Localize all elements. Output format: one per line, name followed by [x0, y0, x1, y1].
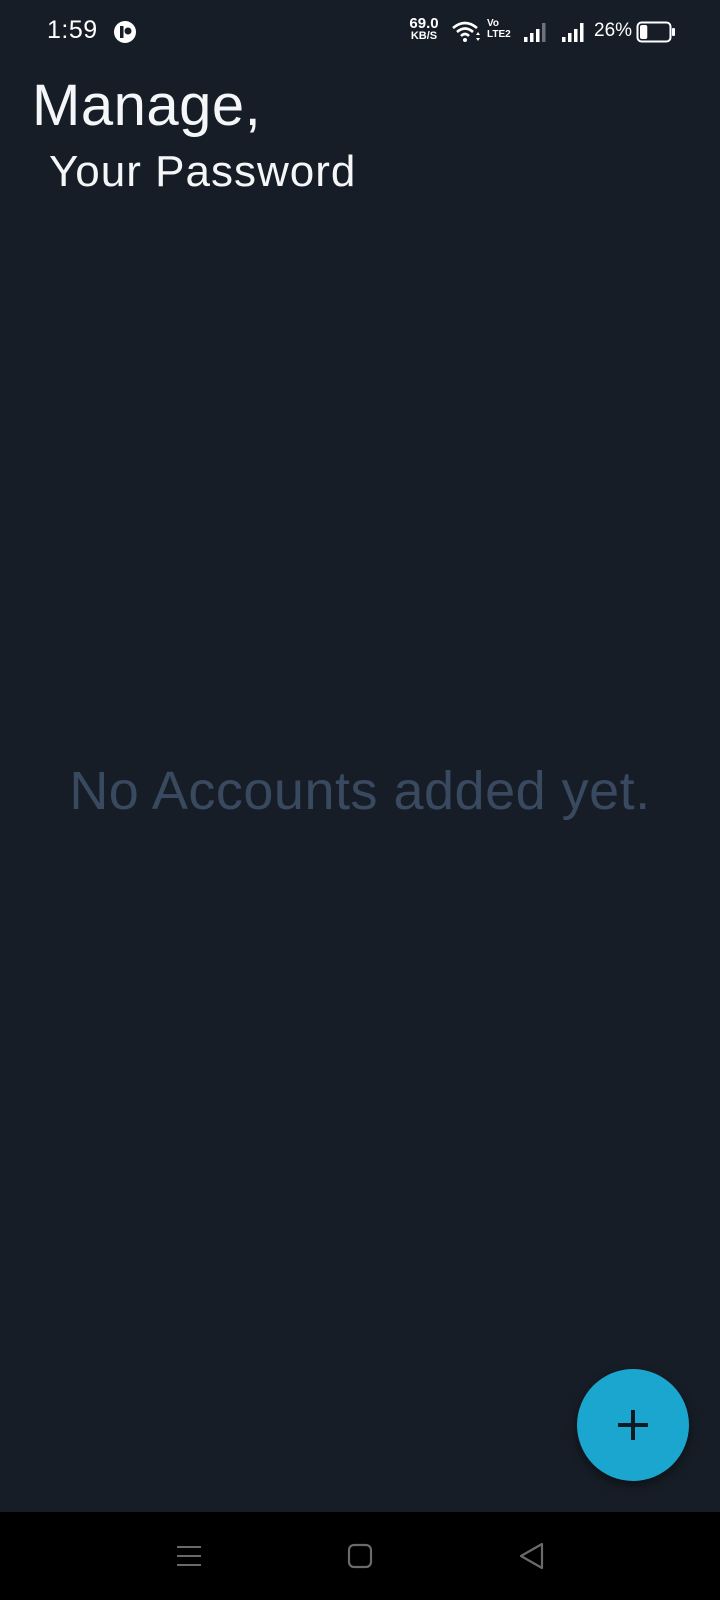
volte-bottom-label: LTE2: [487, 29, 511, 40]
notification-app-icon: [114, 21, 136, 43]
wifi-icon: [452, 21, 480, 42]
back-triangle-icon[interactable]: [516, 1540, 548, 1572]
volte-icon: Vo LTE2: [487, 18, 515, 46]
home-square-icon[interactable]: [344, 1540, 376, 1572]
network-speed-value: 69.0: [409, 15, 439, 32]
signal-icon: [524, 23, 546, 42]
battery-icon: [636, 21, 675, 43]
status-bar: 1:59 69.0 KB/S Vo LTE2 26%: [0, 0, 720, 64]
network-speed: 69.0 KB/S: [404, 15, 444, 43]
status-time: 1:59: [47, 16, 98, 44]
page-subtitle: Your Password: [49, 147, 357, 196]
volte-top-label: Vo: [487, 18, 500, 29]
empty-state-message: No Accounts added yet.: [69, 761, 651, 821]
add-account-button[interactable]: [577, 1369, 689, 1481]
battery-percent: 26%: [594, 20, 633, 41]
plus-icon: [618, 1410, 648, 1440]
page-title: Manage,: [32, 73, 262, 138]
menu-icon[interactable]: [173, 1540, 205, 1572]
signal-icon: [562, 23, 584, 42]
navigation-bar: [0, 1512, 720, 1600]
